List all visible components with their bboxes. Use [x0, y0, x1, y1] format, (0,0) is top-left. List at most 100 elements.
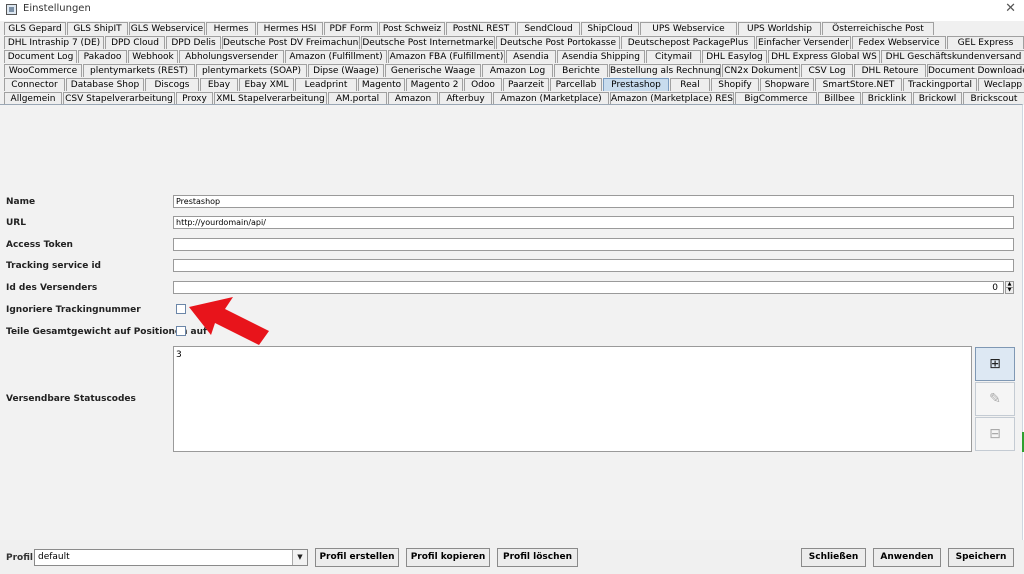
- tab-row-1: GLS Gepard GLS ShipIT GLS Webservice Hermes…: [0, 22, 1024, 35]
- tab-dipse-waage[interactable]: Dipse (Waage): [308, 64, 384, 77]
- tab-ups-worldship[interactable]: UPS Worldship: [738, 22, 821, 35]
- tab-pdf-form[interactable]: PDF Form: [324, 22, 378, 35]
- apply-button[interactable]: Anwenden: [873, 548, 941, 567]
- tab-deutsche-post-internetmarke[interactable]: Deutsche Post Internetmarke: [361, 36, 495, 49]
- close-button[interactable]: Schließen: [801, 548, 866, 567]
- tab-asendia-shipping[interactable]: Asendia Shipping: [557, 50, 645, 63]
- tab-plentymarkets-soap[interactable]: plentymarkets (SOAP): [196, 64, 307, 77]
- tab-gls-gepard[interactable]: GLS Gepard: [4, 22, 66, 35]
- status-codes-list[interactable]: 3: [173, 346, 972, 452]
- url-label: URL: [6, 218, 26, 228]
- app-icon: [6, 4, 17, 15]
- tab-webhook[interactable]: Webhook: [128, 50, 178, 63]
- bottom-bar: Profil default ▼ Profil erstellen Profil…: [0, 540, 1024, 574]
- tab-weclapp[interactable]: Weclapp: [978, 78, 1024, 91]
- tab-discogs[interactable]: Discogs: [145, 78, 199, 91]
- tab-dhl-intraship-7-de[interactable]: DHL Intraship 7 (DE): [4, 36, 104, 49]
- tab-citymail[interactable]: Citymail: [646, 50, 701, 63]
- tracking-service-id-label: Tracking service id: [6, 261, 102, 271]
- tab-dhl-geschäftskundenversand[interactable]: DHL Geschäftskundenversand: [881, 50, 1024, 63]
- tab-sendcloud[interactable]: SendCloud: [517, 22, 580, 35]
- tab-ups-webservice[interactable]: UPS Webservice: [640, 22, 737, 35]
- tab-einfacher-versender[interactable]: Einfacher Versender: [756, 36, 851, 49]
- add-status-button[interactable]: ⊞: [975, 347, 1015, 381]
- tab-amazon-fulfillment[interactable]: Amazon (Fulfillment): [285, 50, 387, 63]
- tab-post-schweiz[interactable]: Post Schweiz: [379, 22, 445, 35]
- chevron-down-icon[interactable]: ▼: [292, 550, 307, 565]
- tab-shopify[interactable]: Shopify: [711, 78, 759, 91]
- tab-dpd-delis[interactable]: DPD Delis: [166, 36, 221, 49]
- tab-trackingportal[interactable]: Trackingportal: [903, 78, 977, 91]
- tab-database-shop[interactable]: Database Shop: [66, 78, 144, 91]
- tab-gls-shipit[interactable]: GLS ShipIT: [67, 22, 128, 35]
- tab-dhl-express-global-ws[interactable]: DHL Express Global WS: [768, 50, 880, 63]
- tab-shopware[interactable]: Shopware: [760, 78, 814, 91]
- tab-hermes[interactable]: Hermes: [206, 22, 256, 35]
- tab-berichte[interactable]: Berichte: [554, 64, 608, 77]
- tab-gls-webservice[interactable]: GLS Webservice: [129, 22, 205, 35]
- tab-dpd-cloud[interactable]: DPD Cloud: [105, 36, 165, 49]
- spinner-down-icon[interactable]: ▼: [1005, 287, 1014, 294]
- tab-document-log[interactable]: Document Log: [4, 50, 77, 63]
- tab-ebay[interactable]: Ebay: [200, 78, 238, 91]
- tab-generische-waage[interactable]: Generische Waage: [385, 64, 481, 77]
- ignore-tracking-label: Ignoriere Trackingnummer: [6, 305, 141, 315]
- tab-deutsche-post-dv-freimachung[interactable]: Deutsche Post DV Freimachung: [222, 36, 360, 49]
- edit-icon: ✎: [989, 391, 1001, 407]
- tab-real[interactable]: Real: [670, 78, 710, 91]
- tab-connector[interactable]: Connector: [4, 78, 65, 91]
- tab-magento[interactable]: Magento: [358, 78, 405, 91]
- profile-select[interactable]: default ▼: [34, 549, 308, 566]
- tab-asendia[interactable]: Asendia: [506, 50, 556, 63]
- sender-id-value: 0: [992, 283, 998, 293]
- title-bar: Einstellungen ✕: [0, 0, 1024, 21]
- tab-prestashop[interactable]: Prestashop: [603, 78, 669, 91]
- access-token-field[interactable]: [173, 238, 1014, 251]
- tab-deutschepost-packageplus[interactable]: Deutschepost PackagePlus: [621, 36, 755, 49]
- tab-cn2x-dokument[interactable]: CN2x Dokument: [722, 64, 800, 77]
- red-arrow-annotation: [189, 297, 269, 345]
- tab-bestellung-als-rechnung[interactable]: Bestellung als Rechnung: [609, 64, 721, 77]
- tab-woocommerce[interactable]: WooCommerce: [4, 64, 82, 77]
- sender-id-spinner-field[interactable]: [173, 281, 1004, 294]
- tab-hermes-hsi[interactable]: Hermes HSI: [257, 22, 323, 35]
- delete-profile-button[interactable]: Profil löschen: [497, 548, 578, 567]
- tab-magento-2[interactable]: Magento 2: [406, 78, 463, 91]
- close-icon[interactable]: ✕: [1005, 1, 1016, 16]
- copy-profile-button[interactable]: Profil kopieren: [406, 548, 490, 567]
- tab-postnl-rest[interactable]: PostNL REST: [446, 22, 516, 35]
- url-field[interactable]: http://yourdomain/api/: [173, 216, 1014, 229]
- tab-row-5: Connector Database Shop Discogs Ebay Ebay XM…: [0, 78, 1024, 91]
- tab-dhl-easylog[interactable]: DHL Easylog: [702, 50, 767, 63]
- tab-parcellab[interactable]: Parcellab: [550, 78, 602, 91]
- save-button[interactable]: Speichern: [948, 548, 1014, 567]
- tab-deutsche-post-portokasse[interactable]: Deutsche Post Portokasse: [496, 36, 620, 49]
- tab-gel-express[interactable]: GEL Express: [947, 36, 1024, 49]
- tab-row-3: Document Log Pakadoo Webhook Abholungsverse…: [0, 50, 1024, 63]
- tab-pakadoo[interactable]: Pakadoo: [78, 50, 127, 63]
- tab-paarzeit[interactable]: Paarzeit: [503, 78, 549, 91]
- tab-smartstore-net[interactable]: SmartStore.NET: [815, 78, 902, 91]
- tab-ebay-xml[interactable]: Ebay XML: [239, 78, 294, 91]
- name-field[interactable]: Prestashop: [173, 195, 1014, 208]
- tab-row-2: DHL Intraship 7 (DE) DPD Cloud DPD Delis De…: [0, 36, 1024, 49]
- tab-österreichische-post[interactable]: Österreichische Post: [822, 22, 934, 35]
- prestashop-settings-panel: [0, 104, 1023, 540]
- tab-amazon-log[interactable]: Amazon Log: [482, 64, 553, 77]
- access-token-label: Access Token: [6, 240, 73, 250]
- tab-document-downloader[interactable]: Document Downloader: [927, 64, 1024, 77]
- tracking-service-id-field[interactable]: [173, 259, 1014, 272]
- tab-amazon-fba-fulfillment[interactable]: Amazon FBA (Fulfillment): [388, 50, 505, 63]
- create-profile-button[interactable]: Profil erstellen: [315, 548, 399, 567]
- tab-shipcloud[interactable]: ShipCloud: [581, 22, 639, 35]
- tab-fedex-webservice[interactable]: Fedex Webservice: [852, 36, 946, 49]
- tab-plentymarkets-rest[interactable]: plentymarkets (REST): [83, 64, 195, 77]
- remove-status-button[interactable]: ⊟: [975, 417, 1015, 451]
- tab-dhl-retoure[interactable]: DHL Retoure: [854, 64, 926, 77]
- status-codes-label: Versendbare Statuscodes: [6, 394, 136, 404]
- tab-leadprint[interactable]: Leadprint: [295, 78, 357, 91]
- tab-odoo[interactable]: Odoo: [464, 78, 502, 91]
- tab-abholungsversender[interactable]: Abholungsversender: [179, 50, 284, 63]
- edit-status-button[interactable]: ✎: [975, 382, 1015, 416]
- tab-csv-log[interactable]: CSV Log: [801, 64, 853, 77]
